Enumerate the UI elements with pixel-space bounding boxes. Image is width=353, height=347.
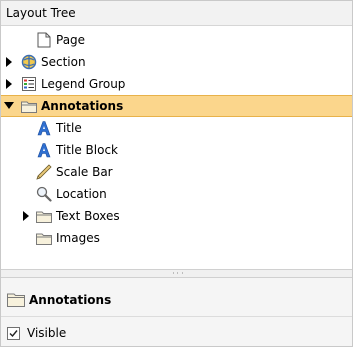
tree-item-label: Title	[56, 121, 82, 135]
tree-item-images[interactable]: Images	[1, 227, 352, 249]
tree-item-label: Text Boxes	[56, 209, 120, 223]
folder-icon	[36, 208, 52, 224]
title-icon	[36, 120, 52, 136]
folder-icon	[36, 230, 52, 246]
properties-header: Annotations	[1, 288, 352, 312]
visible-checkbox-row[interactable]: Visible	[7, 324, 66, 342]
scale-bar-icon	[36, 164, 52, 180]
divider	[1, 316, 352, 317]
tree-item-label: Section	[41, 55, 86, 69]
tree-item-label: Page	[56, 33, 86, 47]
tree-item-label: Scale Bar	[56, 165, 113, 179]
tree-item-label: Title Block	[56, 143, 118, 157]
section-icon	[21, 54, 37, 70]
tree-item-label: Annotations	[41, 99, 124, 113]
tree-item-legend-group[interactable]: Legend Group	[1, 73, 352, 95]
layout-tree-panel: Layout Tree Page Section Legend Group An…	[0, 0, 353, 347]
tree-item-section[interactable]: Section	[1, 51, 352, 73]
location-icon	[36, 186, 52, 202]
collapse-arrow-icon[interactable]	[4, 101, 14, 111]
layout-tree: Page Section Legend Group Annotations Ti…	[1, 26, 352, 269]
expand-arrow-icon[interactable]	[4, 79, 14, 89]
tree-item-annotations[interactable]: Annotations	[1, 95, 352, 117]
tree-item-scale-bar[interactable]: Scale Bar	[1, 161, 352, 183]
properties-title: Annotations	[29, 293, 112, 307]
panel-title: Layout Tree	[6, 6, 76, 20]
title-block-icon	[36, 142, 52, 158]
folder-icon	[21, 98, 37, 114]
splitter-grip-icon[interactable]	[173, 272, 183, 274]
tree-item-title-block[interactable]: Title Block	[1, 139, 352, 161]
tree-item-label: Location	[56, 187, 107, 201]
properties-pane: Annotations Visible	[1, 278, 352, 346]
legend-group-icon	[21, 76, 37, 92]
tree-item-text-boxes[interactable]: Text Boxes	[1, 205, 352, 227]
page-icon	[36, 32, 52, 48]
tree-item-label: Images	[56, 231, 100, 245]
expand-arrow-icon[interactable]	[4, 57, 14, 67]
tree-item-page[interactable]: Page	[1, 29, 352, 51]
visible-checkbox[interactable]	[7, 326, 20, 340]
tree-item-title[interactable]: Title	[1, 117, 352, 139]
panel-splitter[interactable]	[1, 269, 352, 278]
panel-header: Layout Tree	[1, 1, 352, 26]
expand-arrow-icon[interactable]	[21, 211, 31, 221]
tree-item-location[interactable]: Location	[1, 183, 352, 205]
folder-icon	[7, 292, 25, 310]
tree-item-label: Legend Group	[41, 77, 126, 91]
visible-label: Visible	[27, 326, 67, 340]
